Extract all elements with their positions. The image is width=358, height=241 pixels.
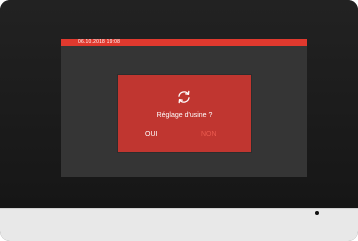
yes-button[interactable]: OUI xyxy=(145,130,157,139)
refresh-icon xyxy=(175,88,193,106)
device-frame: 06.10.2018 19:08 Réglage d'usine ? OUI N… xyxy=(0,0,358,241)
status-bar: 06.10.2018 19:08 xyxy=(61,39,307,46)
status-led xyxy=(315,211,319,215)
dialog-title: Réglage d'usine ? xyxy=(156,112,213,119)
status-datetime: 06.10.2018 19:08 xyxy=(78,39,121,45)
device-bottom-bar xyxy=(0,208,358,241)
factory-reset-dialog: Réglage d'usine ? OUI NON xyxy=(118,75,251,152)
no-button[interactable]: NON xyxy=(201,130,217,139)
touch-screen: 06.10.2018 19:08 Réglage d'usine ? OUI N… xyxy=(61,39,307,177)
